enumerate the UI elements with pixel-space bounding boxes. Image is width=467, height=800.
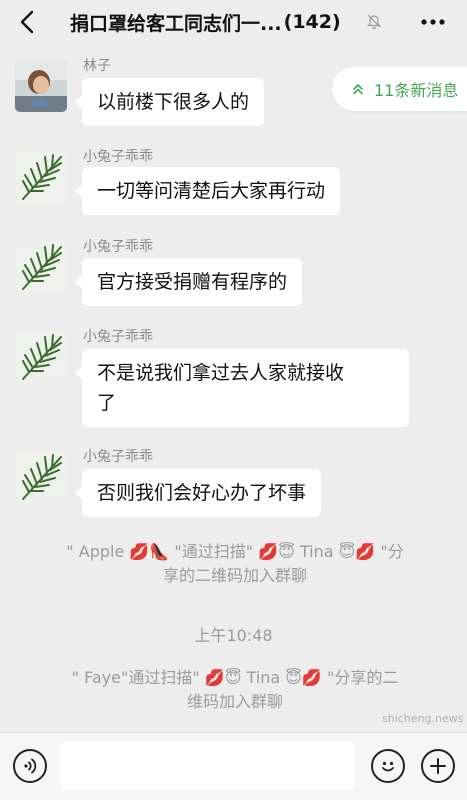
system-notice: " Apple 💋👠 "通过扫描" 💋😇 Tina 😇💋 "分 享的二维码加入群… [30,540,440,588]
system-notice: " Faye"通过扫描" 💋😇 Tina 😇💋 "分享的二 维码加入群聊 [30,666,440,714]
voice-button[interactable] [13,749,47,783]
sender-name: 小兔子乖乖 [83,449,153,465]
sender-name: 小兔子乖乖 [83,149,153,165]
notice-text: " Apple [66,542,125,561]
notice-text: "分享的二 [326,668,399,687]
palm-leaf-avatar[interactable] [15,241,67,293]
message-bubble[interactable]: 否则我们会好心办了坏事 [74,469,322,517]
message-bubble[interactable]: 一切等问清楚后大家再行动 [74,167,341,215]
emoji-angel-lips: 😇💋 [338,542,376,561]
emoji-angel-lips: 😇💋 [285,668,322,687]
child-photo-avatar[interactable] [15,60,67,112]
system-notice-line: " Faye"通过扫描" 💋😇 Tina 😇💋 "分享的二 [30,666,440,690]
palm-leaf-avatar[interactable] [15,151,67,203]
voice-icon [24,758,37,774]
message-bubble[interactable]: 官方接受捐赠有程序的 [74,258,303,306]
message-text-line: 了 [97,392,117,414]
plus-button[interactable] [421,749,455,783]
inviter-name: Tina [246,668,281,687]
emoji-button[interactable] [371,749,405,783]
inviter-name: Tina [299,542,334,561]
message-text: 官方接受捐赠有程序的 [97,271,288,293]
chevron-left-icon [20,10,34,34]
message-text: 否则我们会好心办了坏事 [97,482,307,504]
notice-text: "分 [380,542,404,561]
palm-leaf-avatar[interactable] [15,331,67,383]
member-count: (142) [283,11,341,33]
plus-icon [430,758,446,774]
notice-text: " Faye"通过扫描" [71,668,200,687]
timestamp: 上午10:48 [194,626,273,645]
double-chevron-up-icon [352,83,364,95]
system-notice-line: 维码加入群聊 [186,692,283,711]
watermark: shicheng.news [382,712,464,725]
message-input[interactable] [60,742,355,790]
emoji-lips-heel: 💋👠 [129,542,170,561]
emoji-icon [382,761,394,772]
new-messages-label: 11条新消息 [374,81,459,100]
emoji-lips-angel: 💋😇 [258,542,295,561]
more-dots-icon [421,19,445,25]
sender-name: 小兔子乖乖 [83,239,153,255]
notice-text: "通过扫描" [174,542,254,561]
system-notice-line: 享的二维码加入群聊 [162,566,307,585]
back-button[interactable] [14,8,40,36]
sender-name: 林子 [83,58,111,74]
chat-title: 捐口罩给客工同志们一... (142) [70,8,400,36]
more-button[interactable] [418,10,448,34]
message-text: 以前楼下很多人的 [97,91,250,113]
palm-leaf-avatar[interactable] [15,451,67,503]
chat-title-text: 捐口罩给客工同志们一... [70,12,282,35]
message-text-line: 不是说我们拿过去人家就接收 [97,362,345,384]
bell-muted-icon [367,14,381,29]
system-notice-line: " Apple 💋👠 "通过扫描" 💋😇 Tina 😇💋 "分 [30,540,440,564]
chat-header: 捐口罩给客工同志们一... (142) [0,0,467,44]
input-bar [0,732,467,800]
message-bubble[interactable]: 不是说我们拿过去人家就接收 了 [75,349,409,427]
new-messages-pill[interactable]: 11条新消息 [332,67,467,111]
message-text: 一切等问清楚后大家再行动 [97,180,326,202]
sender-name: 小兔子乖乖 [83,329,153,345]
emoji-lips-angel: 💋😇 [204,668,242,687]
message-bubble[interactable]: 以前楼下很多人的 [74,78,265,126]
